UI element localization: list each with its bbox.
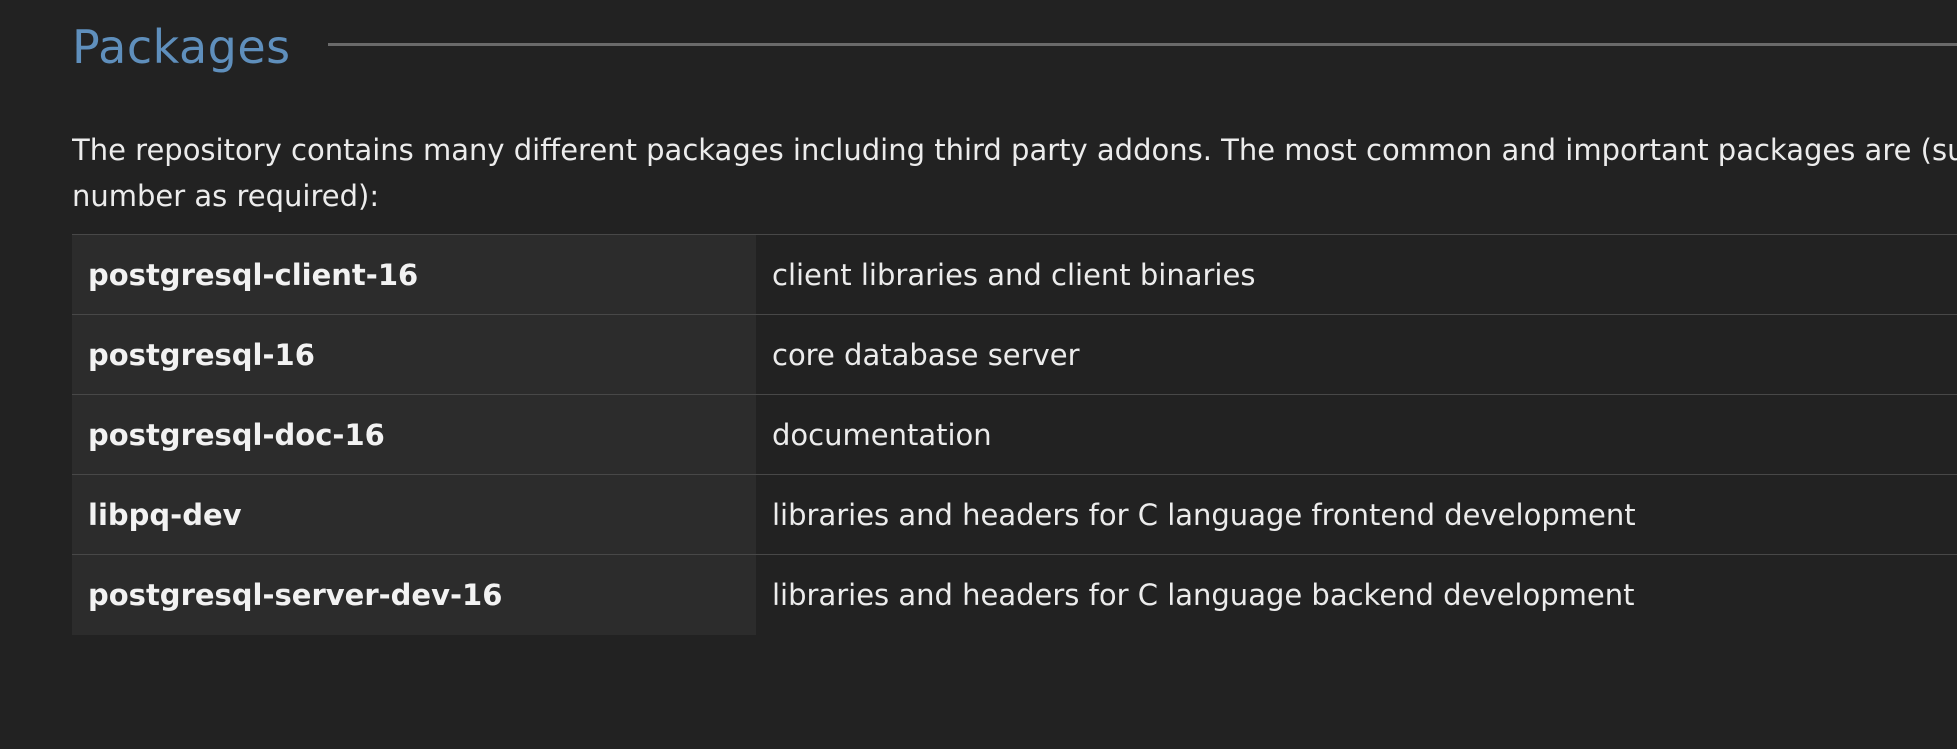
package-description-cell: client libraries and client binaries — [756, 234, 1957, 315]
table-row: postgresql-doc-16 documentation — [72, 394, 1957, 475]
table-row: postgresql-server-dev-16 libraries and h… — [72, 554, 1957, 635]
package-name-cell: libpq-dev — [72, 474, 756, 555]
package-name-cell: postgresql-server-dev-16 — [72, 554, 756, 635]
package-name-cell: postgresql-16 — [72, 314, 756, 395]
intro-line: The repository contains many different p… — [72, 133, 1957, 167]
packages-section: Packages The repository contains many di… — [72, 0, 1957, 749]
table-row: libpq-dev libraries and headers for C la… — [72, 474, 1957, 555]
package-description-cell: documentation — [756, 394, 1957, 475]
package-name-cell: postgresql-client-16 — [72, 234, 756, 315]
packages-table: postgresql-client-16 client libraries an… — [72, 234, 1957, 635]
package-description-cell: core database server — [756, 314, 1957, 395]
heading-divider — [328, 43, 1957, 46]
table-row: postgresql-client-16 client libraries an… — [72, 234, 1957, 315]
intro-paragraph: The repository contains many different p… — [72, 127, 1957, 219]
package-name-cell: postgresql-doc-16 — [72, 394, 756, 475]
section-header: Packages — [72, 12, 1957, 82]
package-description-cell: libraries and headers for C language fro… — [756, 474, 1957, 555]
section-title: Packages — [72, 20, 291, 74]
intro-line: number as required): — [72, 179, 380, 213]
table-row: postgresql-16 core database server — [72, 314, 1957, 395]
package-description-cell: libraries and headers for C language bac… — [756, 554, 1957, 635]
